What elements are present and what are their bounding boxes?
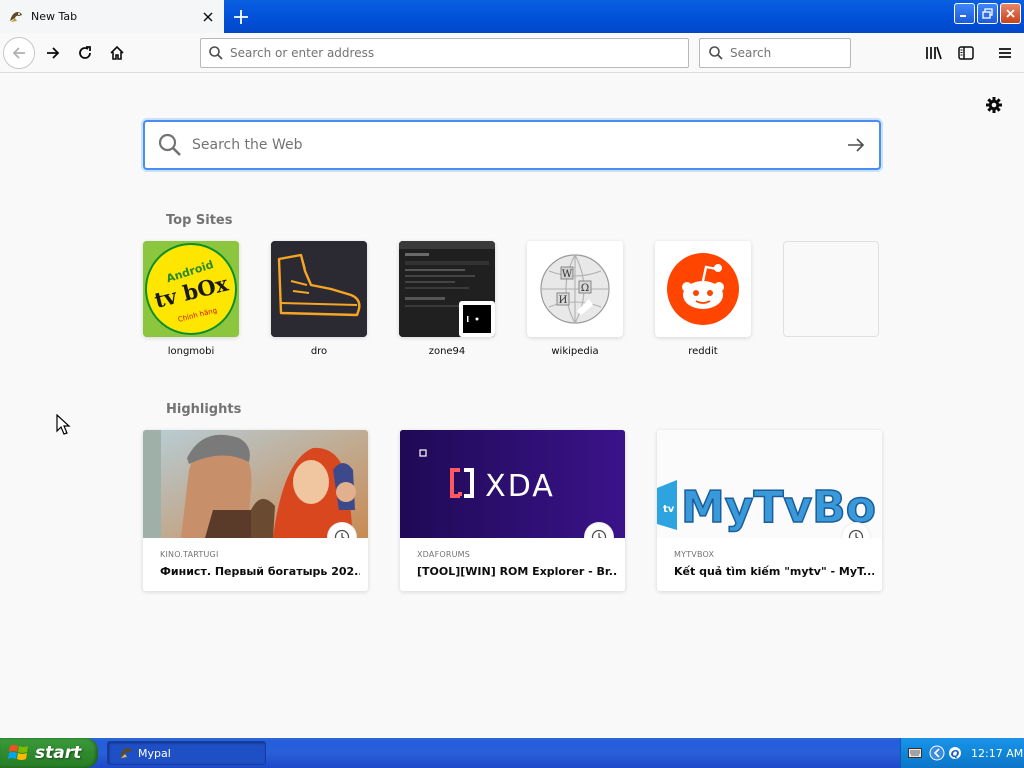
back-button[interactable] xyxy=(3,37,35,69)
svg-text:Q: Q xyxy=(951,749,960,760)
site-thumbnail: Android tv bOx Chính hãng xyxy=(143,241,239,337)
longmobi-logo: Android tv bOx Chính hãng xyxy=(143,241,239,337)
top-sites-grid: Android tv bOx Chính hãng longmobi dro z… xyxy=(143,241,879,359)
taskbar-item-mypal[interactable]: Mypal xyxy=(107,741,266,765)
address-input[interactable] xyxy=(230,46,630,60)
svg-text:И: И xyxy=(559,295,568,306)
top-site-wikipedia[interactable]: W Ω И wikipedia xyxy=(527,241,623,359)
search-icon xyxy=(158,133,181,156)
arrow-left-icon xyxy=(12,47,25,59)
close-window-button[interactable] xyxy=(1000,3,1021,24)
highlight-source: MYTVBOX xyxy=(674,550,715,559)
mypal-icon xyxy=(10,11,22,22)
library-icon xyxy=(926,46,942,60)
settings-gear-icon[interactable] xyxy=(983,94,1005,116)
top-site-zone94[interactable]: zone94 xyxy=(399,241,495,359)
tab-title: New Tab xyxy=(31,10,78,23)
site-label xyxy=(783,346,879,359)
home-icon xyxy=(110,45,124,60)
library-button[interactable] xyxy=(918,37,950,69)
taskbar-item-label: Mypal xyxy=(138,746,171,760)
mypal-icon xyxy=(120,748,132,758)
site-label: wikipedia xyxy=(551,346,599,357)
minimize-button[interactable] xyxy=(954,3,975,24)
highlight-image: tv MyTvBo xyxy=(657,430,882,538)
top-site-empty-slot[interactable] xyxy=(783,241,879,359)
site-label: dro xyxy=(310,346,328,357)
highlight-card-kino[interactable]: KINO.TARTUGI Финист. Первый богатырь 202… xyxy=(143,430,368,591)
xda-logo-image: XDA xyxy=(400,430,625,538)
highlight-title: Kết quả tìm kiếm "mytv" - MyT... xyxy=(674,565,874,578)
highlight-title: [TOOL][WIN] ROM Explorer - Br... xyxy=(417,565,617,578)
svg-text:Ω: Ω xyxy=(581,283,589,294)
hamburger-menu-icon xyxy=(999,48,1011,58)
site-label: longmobi xyxy=(167,346,215,357)
menu-button[interactable] xyxy=(989,37,1021,69)
highlights-heading: Highlights xyxy=(166,402,242,417)
window-controls xyxy=(954,3,1021,24)
web-search-input[interactable] xyxy=(192,137,832,153)
top-site-dro[interactable]: dro xyxy=(271,241,367,359)
highlight-card-xda[interactable]: XDA XDAFORUMS [TOOL][WIN] ROM Explorer -… xyxy=(400,430,625,591)
start-button[interactable]: start xyxy=(0,738,98,768)
home-button[interactable] xyxy=(101,37,133,69)
highlight-source: KINO.TARTUGI xyxy=(160,550,219,559)
search-bar[interactable] xyxy=(699,38,851,68)
new-tab-button[interactable] xyxy=(230,6,252,28)
tab-new-tab[interactable]: New Tab xyxy=(0,0,224,33)
clock: 12:17 AM xyxy=(971,746,1024,760)
reload-button[interactable] xyxy=(69,37,101,69)
taskbar: start Mypal Q 12:17 AM xyxy=(0,738,1024,768)
sidebar-button[interactable] xyxy=(950,37,982,69)
site-thumbnail: W Ω И xyxy=(527,241,623,337)
sidebar-icon xyxy=(958,46,974,60)
system-tray: Q 12:17 AM xyxy=(900,738,1024,768)
wikipedia-globe-icon: W Ω И xyxy=(527,241,623,337)
arrow-right-icon[interactable] xyxy=(847,136,865,154)
svg-text:W: W xyxy=(562,269,573,280)
site-thumbnail xyxy=(655,241,751,337)
highlight-image xyxy=(143,430,368,538)
site-thumbnail xyxy=(271,241,367,337)
reload-icon xyxy=(79,46,91,59)
search-input[interactable] xyxy=(730,46,840,60)
close-tab-icon[interactable] xyxy=(200,9,216,25)
language-icon[interactable]: Q xyxy=(947,745,963,761)
web-search-box[interactable] xyxy=(143,120,881,170)
highlight-image: XDA xyxy=(400,430,625,538)
site-thumbnail xyxy=(399,241,495,337)
highlights-grid: KINO.TARTUGI Финист. Первый богатырь 202… xyxy=(143,430,882,591)
title-bar: New Tab xyxy=(0,0,1024,33)
navigation-toolbar xyxy=(0,33,1024,73)
search-icon xyxy=(709,46,723,60)
xda-logo-text: XDA xyxy=(485,469,555,504)
start-label: start xyxy=(35,743,82,763)
movie-poster-image xyxy=(143,430,368,538)
windows-logo-icon xyxy=(8,745,28,760)
empty-thumbnail xyxy=(783,241,879,337)
top-sites-heading: Top Sites xyxy=(166,213,233,228)
restore-button[interactable] xyxy=(977,3,998,24)
top-site-reddit[interactable]: reddit xyxy=(655,241,751,359)
search-icon xyxy=(209,46,223,60)
svg-text:tv: tv xyxy=(663,504,675,515)
highlight-card-mytvbox[interactable]: tv MyTvBo MYTVBOX Kết quả tìm kiếm "mytv… xyxy=(657,430,882,591)
highlight-source: XDAFORUMS xyxy=(417,550,471,559)
address-bar[interactable] xyxy=(200,38,689,68)
site-label: reddit xyxy=(688,346,718,357)
new-tab-page: Top Sites Android tv bOx Chính hãng long… xyxy=(0,74,1024,738)
top-site-longmobi[interactable]: Android tv bOx Chính hãng longmobi xyxy=(143,241,239,359)
zone94-screenshot xyxy=(399,241,495,337)
boot-icon xyxy=(271,241,367,337)
keyboard-icon[interactable] xyxy=(907,745,923,761)
forward-button[interactable] xyxy=(37,37,69,69)
highlight-title: Финист. Первый богатырь 202... xyxy=(160,565,360,578)
chevron-left-icon[interactable] xyxy=(929,745,945,761)
mytvbox-logo-image: tv MyTvBo xyxy=(657,430,882,538)
reddit-icon xyxy=(655,241,751,337)
arrow-right-icon xyxy=(47,47,60,59)
mouse-pointer-icon xyxy=(56,414,71,435)
site-label: zone94 xyxy=(428,346,466,357)
